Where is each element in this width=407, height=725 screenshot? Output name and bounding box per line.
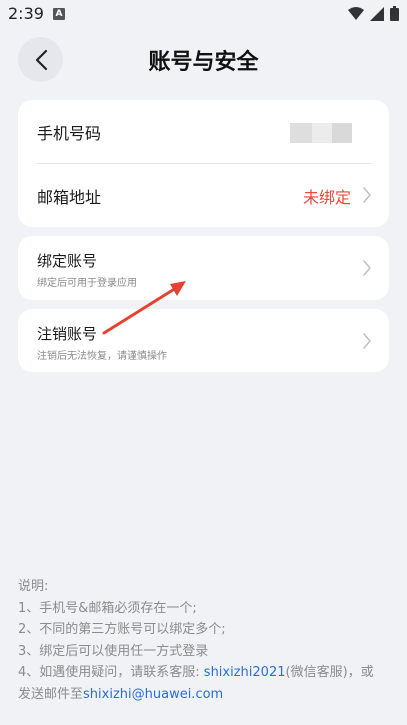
email-row[interactable]: 邮箱地址 未绑定: [18, 164, 389, 227]
email-status: 未绑定: [302, 188, 351, 207]
chevron-right-icon: [363, 187, 371, 203]
notes-heading: 说明:: [18, 579, 49, 594]
notes-section: 说明: 1、手机号&邮箱必须存在一个; 2、不同的第三方账号可以绑定多个; 3、…: [18, 576, 393, 705]
battery-icon: [390, 6, 399, 21]
wechat-id-link[interactable]: shixizhi2021: [204, 665, 286, 680]
chevron-right-icon: [363, 260, 371, 276]
status-bar: 2:39 A: [0, 0, 407, 28]
notes-line4-prefix: 4、如遇使用疑问，请联系客服:: [18, 665, 204, 680]
notes-line: 4、如遇使用疑问，请联系客服: shixizhi2021(微信客服)，或: [18, 662, 393, 684]
notes-line: 发送邮件至shixizhi@huawei.com: [18, 684, 393, 706]
chevron-right-icon: [363, 333, 371, 349]
notes-line: 3、绑定后可以使用任一方式登录: [18, 643, 209, 659]
signal-icon: [370, 6, 384, 21]
status-indicators: [348, 6, 399, 21]
status-time: 2:39: [8, 4, 44, 23]
wifi-icon: [348, 6, 364, 20]
notification-app-icon: A: [53, 8, 65, 20]
notes-line: 1、手机号&邮箱必须存在一个;: [18, 600, 197, 616]
email-label: 邮箱地址: [37, 188, 102, 207]
notes-line4-suffix: (微信客服)，或: [285, 665, 374, 680]
cancel-account-subtitle: 注销后无法恢复，请谨慎操作: [37, 351, 167, 362]
account-info-card: 手机号码 邮箱地址 未绑定: [18, 100, 389, 227]
phone-value-mask: [180, 106, 373, 154]
cancel-account-item[interactable]: 注销账号 注销后无法恢复，请谨慎操作: [18, 309, 389, 372]
page-title: 账号与安全: [148, 50, 259, 75]
notes-line: 2、不同的第三方账号可以绑定多个;: [18, 622, 226, 637]
phone-row[interactable]: 手机号码: [18, 100, 389, 163]
bind-account-subtitle: 绑定后可用于登录应用: [37, 278, 137, 289]
bind-account-title: 绑定账号: [37, 252, 98, 270]
support-email-link[interactable]: shixizhi@huawei.com: [83, 687, 223, 702]
phone-label: 手机号码: [37, 124, 102, 143]
bind-account-item[interactable]: 绑定账号 绑定后可用于登录应用: [18, 236, 389, 300]
cancel-account-title: 注销账号: [37, 325, 98, 343]
notes-line5-prefix: 发送邮件至: [18, 686, 84, 702]
